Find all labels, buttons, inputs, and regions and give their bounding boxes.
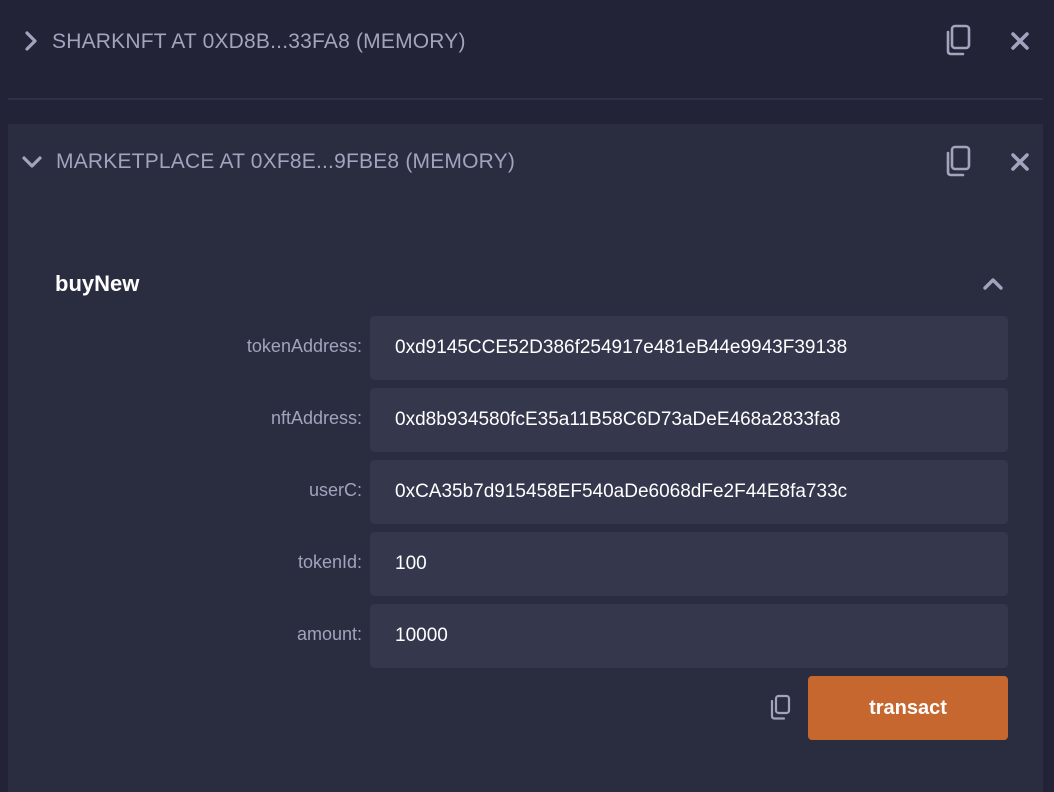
close-icon[interactable] [1003,144,1037,180]
param-row-amount: amount: [8,604,1043,668]
param-label: userC: [308,480,362,500]
contract-title[interactable]: MARKETPLACE AT 0XF8E...9FBE8 (MEMORY) [56,150,515,174]
divider [8,98,1043,100]
function-name: buyNew [55,271,140,296]
param-row-tokenaddress: tokenAddress: [8,316,1043,380]
chevron-up-icon[interactable] [976,265,1010,301]
copy-calldata-icon[interactable] [763,689,797,725]
tokenaddress-input[interactable] [370,316,1008,380]
close-icon[interactable] [1003,23,1037,59]
copy-icon[interactable] [940,143,974,179]
copy-icon[interactable] [940,22,974,58]
amount-input[interactable] [370,604,1008,668]
param-label: amount: [296,624,362,644]
contract-marketplace: MARKETPLACE AT 0XF8E...9FBE8 (MEMORY) bu… [8,124,1043,792]
chevron-down-icon[interactable] [21,151,43,173]
userc-input[interactable] [370,460,1008,524]
param-label: tokenAddress: [246,336,362,356]
deployed-contracts-panel: SHARKNFT AT 0XD8B...33FA8 (MEMORY) MARKE… [0,0,1054,792]
param-label: tokenId: [297,552,362,572]
param-row-nftaddress: nftAddress: [8,388,1043,452]
transact-button[interactable]: transact [808,676,1008,740]
tokenid-input[interactable] [370,532,1008,596]
chevron-right-icon[interactable] [20,30,42,52]
param-row-userc: userC: [8,460,1043,524]
nftaddress-input[interactable] [370,388,1008,452]
param-row-tokenid: tokenId: [8,532,1043,596]
contract-sharknft: SHARKNFT AT 0XD8B...33FA8 (MEMORY) [0,0,1054,82]
contract-title[interactable]: SHARKNFT AT 0XD8B...33FA8 (MEMORY) [52,30,466,54]
param-label: nftAddress: [270,408,362,428]
